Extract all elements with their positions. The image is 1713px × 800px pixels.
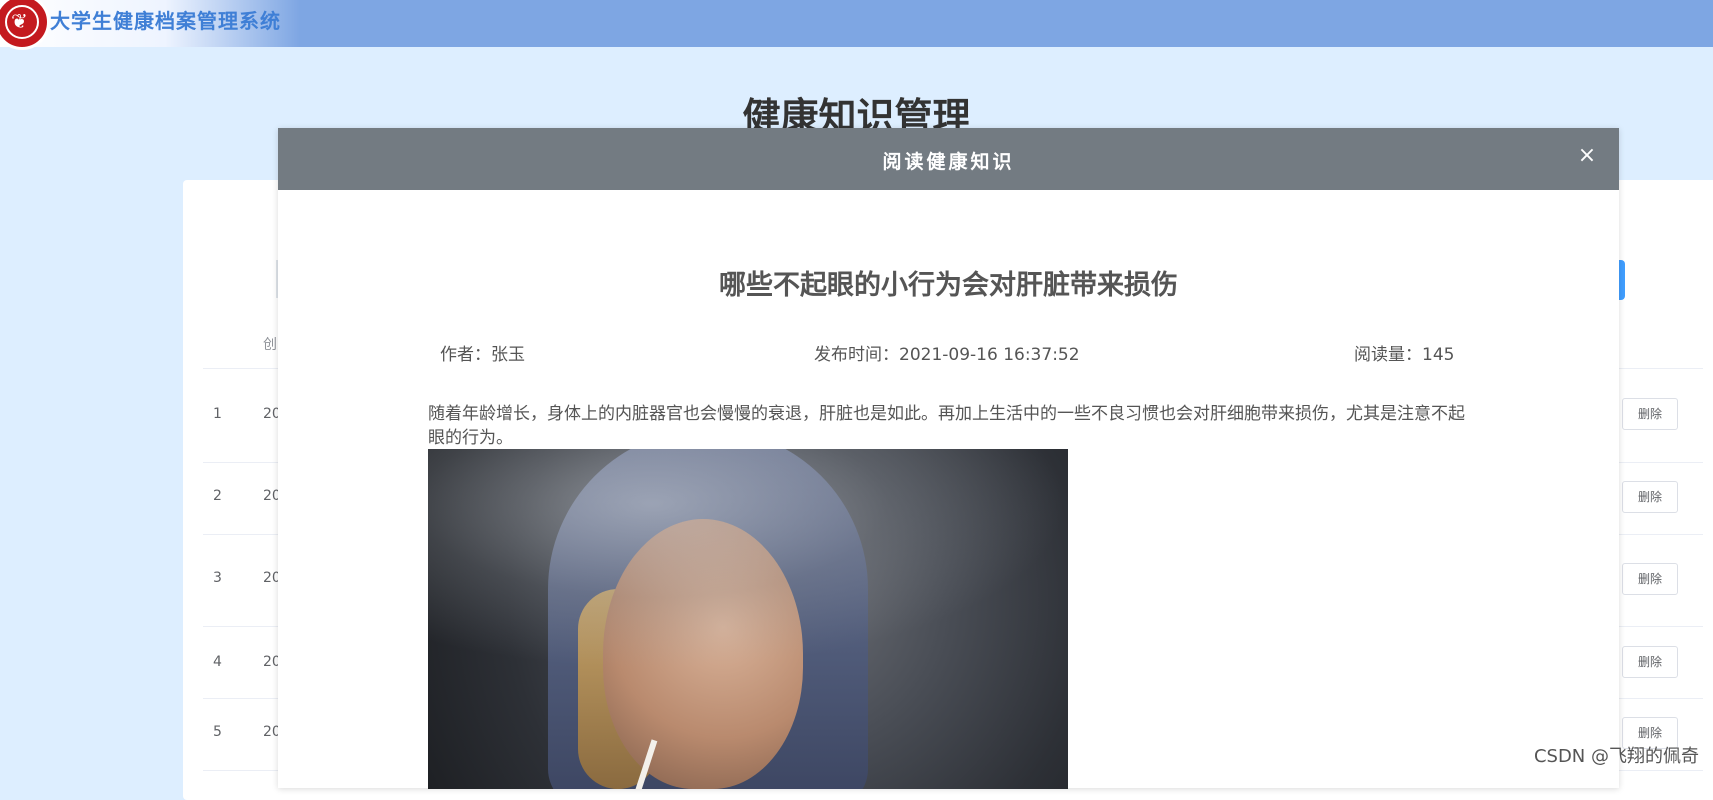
article-image <box>428 449 1068 789</box>
close-icon[interactable]: × <box>1575 144 1599 168</box>
row-index: 4 <box>213 654 222 670</box>
article-view-count: 阅读量：145 <box>1354 345 1455 365</box>
delete-button[interactable]: 删除 <box>1622 481 1678 513</box>
read-article-dialog: 阅读健康知识 × 哪些不起眼的小行为会对肝脏带来损伤 作者：张玉 发布时间：20… <box>278 128 1619 789</box>
row-index: 2 <box>213 488 222 504</box>
university-seal-icon: ❦ <box>0 0 50 50</box>
article-title: 哪些不起眼的小行为会对肝脏带来损伤 <box>719 270 1178 301</box>
app-title: 大学生健康档案管理系统 <box>50 9 281 33</box>
dialog-header: 阅读健康知识 × <box>278 128 1619 190</box>
table-header-created: 创 <box>263 337 277 353</box>
article-author: 作者：张玉 <box>440 345 525 365</box>
row-index: 1 <box>213 406 222 422</box>
delete-button[interactable]: 删除 <box>1622 563 1678 595</box>
row-index: 3 <box>213 570 222 586</box>
row-index: 5 <box>213 724 222 740</box>
delete-button[interactable]: 删除 <box>1622 398 1678 430</box>
watermark: CSDN @飞翔的佩奇 <box>1533 746 1699 767</box>
article-body: 随着年龄增长，身体上的内脏器官也会慢慢的衰退，肝脏也是如此。再加上生活中的一些不… <box>428 404 1465 448</box>
brand: ❦ 大学生健康档案管理系统 <box>0 0 300 50</box>
article-publish-time: 发布时间：2021-09-16 16:37:52 <box>814 345 1080 365</box>
top-bar: ❦ 大学生健康档案管理系统 <box>0 0 1713 50</box>
dialog-title: 阅读健康知识 <box>882 151 1015 173</box>
delete-button[interactable]: 删除 <box>1622 646 1678 678</box>
